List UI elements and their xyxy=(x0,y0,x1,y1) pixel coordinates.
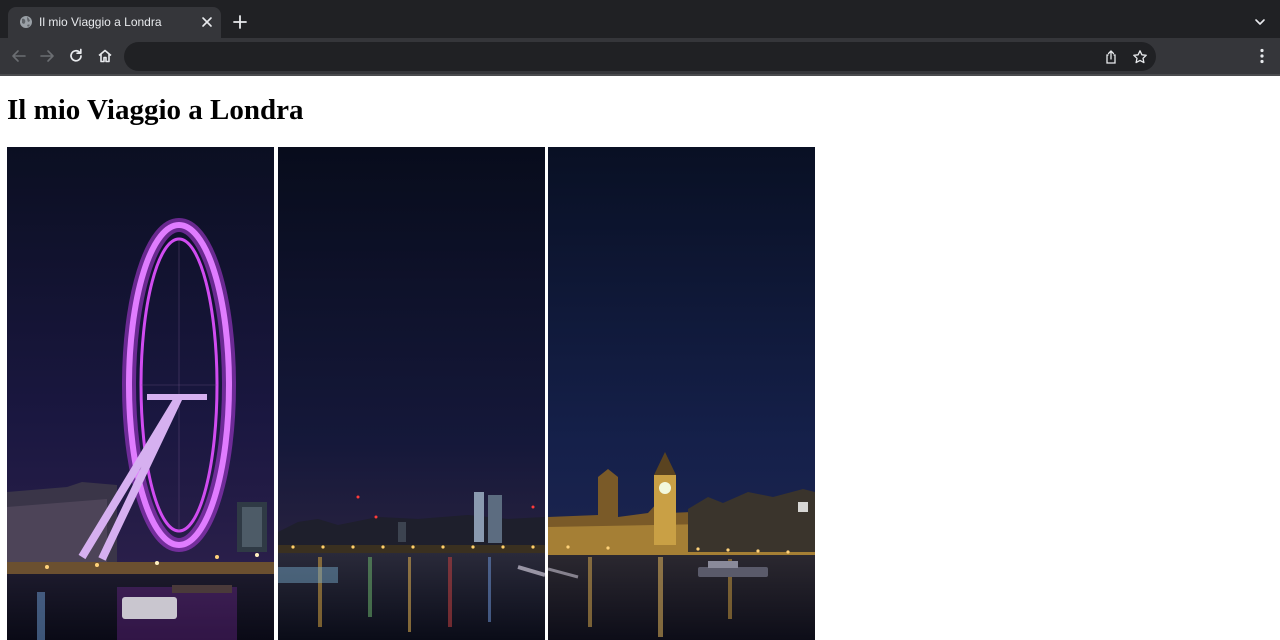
close-icon[interactable] xyxy=(200,15,214,29)
share-icon[interactable] xyxy=(1103,49,1119,65)
toolbar-divider xyxy=(0,74,1280,76)
tab-title: Il mio Viaggio a Londra xyxy=(39,15,162,29)
browser-tab[interactable]: Il mio Viaggio a Londra xyxy=(8,7,221,38)
home-icon[interactable] xyxy=(96,47,114,65)
photo-gallery xyxy=(7,147,815,640)
tab-strip: Il mio Viaggio a Londra xyxy=(0,0,1280,38)
gallery-image-london-eye xyxy=(7,147,274,640)
star-icon[interactable] xyxy=(1132,49,1148,65)
address-bar[interactable] xyxy=(124,42,1156,71)
forward-arrow-icon[interactable] xyxy=(38,47,56,65)
chevron-down-icon[interactable] xyxy=(1253,15,1267,29)
globe-icon xyxy=(20,16,32,28)
plus-icon[interactable] xyxy=(232,14,248,30)
page-title: Il mio Viaggio a Londra xyxy=(7,94,304,126)
gallery-image-big-ben xyxy=(548,147,815,640)
kebab-menu-icon[interactable] xyxy=(1255,47,1269,65)
address-input[interactable] xyxy=(140,47,1080,66)
back-arrow-icon[interactable] xyxy=(10,47,28,65)
gallery-image-thames-skyline xyxy=(278,147,545,640)
reload-icon[interactable] xyxy=(67,47,85,65)
